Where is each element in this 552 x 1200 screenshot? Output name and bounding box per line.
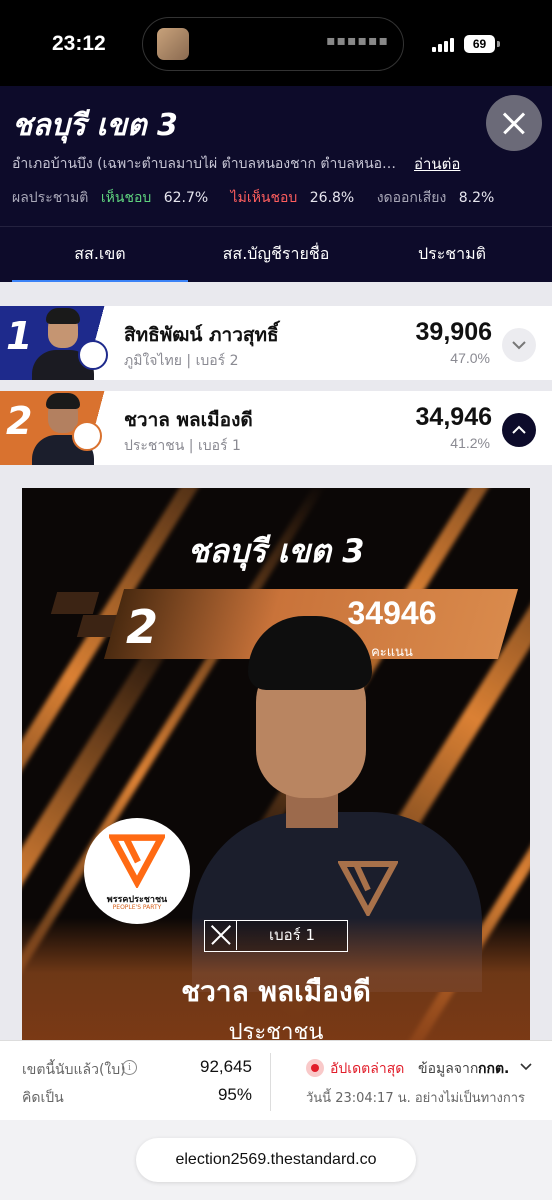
district-header: ชลบุรี เขต 3 อำเภอบ้านบึง (เฉพาะตำบลมาบไ… [0,86,552,283]
battery-icon: 69 [464,35,495,53]
chevron-down-icon[interactable] [520,1063,532,1071]
divider [270,1053,271,1111]
candidate-party-number: ภูมิใจไทย | เบอร์ 2 [124,353,239,369]
card-votes-unit: คะแนน [371,645,413,660]
source-label: ข้อมูลจาก [418,1061,479,1077]
collapse-toggle-button[interactable] [502,413,536,447]
status-time: 23:12 [52,32,106,55]
candidate-percent: 47.0% [450,350,490,366]
agree-value: 62.7% [163,190,209,206]
party-logo-name-en: PEOPLE'S PARTY [112,904,162,911]
ballot-mark-icon [205,921,237,950]
tab-party-list-mp[interactable]: สส.บัญชีรายชื่อ [188,227,364,283]
chevron-up-icon [512,425,526,434]
dynamic-island[interactable]: ▪▪▪▪▪▪ [142,17,404,71]
expand-toggle-button[interactable] [502,328,536,362]
status-bar: 23:12 ▪▪▪▪▪▪ 69 [0,0,552,86]
rank-block: 2 [0,391,114,465]
live-indicator-icon [306,1059,324,1077]
referendum-summary: ผลประชามติ เห็นชอบ 62.7% ไม่เห็นชอบ 26.8… [12,187,512,209]
candidate-name: สิทธิพัฒน์ ภาวสุทธิ์ [124,324,279,346]
card-district-title: ชลบุรี เขต 3 [187,532,365,570]
counting-info-bar: เขตนี้นับแล้ว(ใบ) i 92,645 คิดเป็น 95% อ… [0,1040,552,1120]
tab-referendum[interactable]: ประชามติ [364,227,540,283]
rank-block: 1 [0,306,114,380]
info-icon[interactable]: i [122,1060,137,1075]
party-logo: พรรคประชาชน PEOPLE'S PARTY [84,818,190,924]
counted-label: เขตนี้นับแล้ว(ใบ) [22,1062,126,1078]
ballot-number-box: เบอร์ 1 [204,920,348,952]
disagree-label: ไม่เห็นชอบ [230,190,298,206]
candidate-row[interactable]: 1 สิทธิพัฒน์ ภาวสุทธิ์ ภูมิใจไทย | เบอร์… [0,306,552,380]
abstain-label: งดออกเสียง [376,190,447,206]
peoples-party-logo-icon [109,834,165,888]
card-rank: 2 [126,600,159,654]
party-logo-icon [78,340,108,370]
source-name[interactable]: กกต. [478,1058,509,1080]
card-party-name: ประชาชน [228,1020,324,1040]
disagree-value: 26.8% [309,190,355,206]
counted-value: 92,645 [200,1057,252,1076]
signal-icon [432,36,458,52]
card-candidate-name: ชวาล พลเมืองดี [181,975,371,1008]
district-title: ชลบุรี เขต 3 [12,108,178,143]
rank-number: 2 [6,399,33,443]
candidate-name: ชวาล พลเมืองดี [124,409,253,431]
browser-bottom-bar: election2569.thestandard.co [0,1120,552,1200]
agree-label: เห็นชอบ [100,190,152,206]
now-playing-thumbnail [157,28,189,60]
candidate-party-number: ประชาชน | เบอร์ 1 [124,438,241,454]
chevron-down-icon [512,341,526,350]
close-button[interactable] [486,95,542,151]
candidate-votes: 34,946 [415,403,492,431]
battery-tip [497,41,500,47]
update-timestamp: วันนี้ 23:04:17 น. อย่างไม่เป็นทางการ [306,1091,526,1106]
candidate-row[interactable]: 2 ชวาล พลเมืองดี ประชาชน | เบอร์ 1 34,94… [0,391,552,465]
banner-accent [50,592,100,614]
candidate-result-card: ชลบุรี เขต 3 2 34946 คะแนน พรรคประชาชน P… [22,488,530,1040]
area-description: อำเภอบ้านบึง (เฉพาะตำบลมาบไผ่ ตำบลหนองชา… [12,156,402,172]
candidate-votes: 39,906 [415,318,492,346]
party-logo-icon [72,421,102,451]
last-update-label: อัปเดตล่าสุด [330,1061,405,1077]
address-bar[interactable]: election2569.thestandard.co [136,1138,416,1182]
audio-waveform-icon: ▪▪▪▪▪▪ [326,33,389,49]
candidate-percent: 41.2% [450,435,490,451]
read-more-link[interactable]: อ่านต่อ [414,152,460,176]
tab-constituency-mp[interactable]: สส.เขต [12,227,188,283]
abstain-value: 8.2% [458,190,495,206]
ballot-number: เบอร์ 1 [268,926,316,944]
card-votes: 34946 [347,595,437,631]
tab-bar: สส.เขต สส.บัญชีรายชื่อ ประชามติ [0,226,552,283]
referendum-label: ผลประชามติ [12,190,89,206]
rank-number: 1 [6,314,33,358]
party-shirt-logo-icon [338,861,398,916]
percent-value: 95% [217,1085,252,1104]
percent-label: คิดเป็น [22,1090,64,1106]
